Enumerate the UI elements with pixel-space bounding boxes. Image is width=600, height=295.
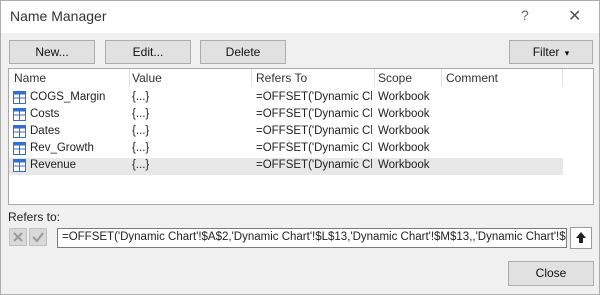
refers-to-cell: =OFFSET('Dynamic Ch... xyxy=(256,159,372,171)
column-divider[interactable] xyxy=(251,69,252,87)
dialog-title: Name Manager xyxy=(10,8,107,24)
refers-to-cell: =OFFSET('Dynamic Ch... xyxy=(256,108,372,120)
names-list[interactable]: Name Value Refers To Scope Comment COGS_… xyxy=(8,68,594,205)
table-row[interactable]: Rev_Growth {...} =OFFSET('Dynamic Ch... … xyxy=(9,141,563,158)
x-icon xyxy=(13,232,23,242)
name-cell: Costs xyxy=(30,108,60,120)
name-manager-dialog: Name Manager ? ✕ New... Edit... Delete F… xyxy=(0,0,600,295)
refers-to-cell: =OFFSET('Dynamic Ch... xyxy=(256,125,372,137)
value-cell: {...} xyxy=(132,125,150,137)
list-header: Name Value Refers To Scope Comment xyxy=(9,69,593,87)
filter-button[interactable]: Filter ▾ xyxy=(509,40,593,64)
column-header-name[interactable]: Name xyxy=(14,71,46,85)
refers-to-cell: =OFFSET('Dynamic Ch... xyxy=(256,91,372,103)
name-cell: Dates xyxy=(30,125,61,137)
scope-cell: Workbook xyxy=(378,108,430,120)
new-button-label: New... xyxy=(35,45,69,59)
table-grid-icon xyxy=(13,108,26,121)
table-row[interactable]: COGS_Margin {...} =OFFSET('Dynamic Ch...… xyxy=(9,90,563,107)
column-divider[interactable] xyxy=(441,69,442,87)
chevron-down-icon: ▾ xyxy=(564,48,570,58)
table-row[interactable]: Dates {...} =OFFSET('Dynamic Ch... Workb… xyxy=(9,124,563,141)
column-header-value[interactable]: Value xyxy=(132,71,162,85)
checkmark-icon xyxy=(32,232,44,243)
delete-button[interactable]: Delete xyxy=(200,40,286,64)
value-cell: {...} xyxy=(132,142,150,154)
table-grid-icon xyxy=(13,91,26,104)
value-cell: {...} xyxy=(132,91,150,103)
table-grid-icon xyxy=(13,125,26,138)
close-button[interactable]: Close xyxy=(508,261,594,286)
edit-button-label: Edit... xyxy=(132,45,164,59)
table-grid-icon xyxy=(13,159,26,172)
scope-cell: Workbook xyxy=(378,91,430,103)
edit-button[interactable]: Edit... xyxy=(105,40,191,64)
name-cell: Revenue xyxy=(30,159,77,171)
table-grid-icon xyxy=(13,142,26,155)
new-button[interactable]: New... xyxy=(9,40,95,64)
table-row[interactable]: Costs {...} =OFFSET('Dynamic Ch... Workb… xyxy=(9,107,563,124)
up-arrow-icon xyxy=(576,232,586,243)
value-cell: {...} xyxy=(132,108,150,120)
scope-cell: Workbook xyxy=(378,125,430,137)
close-icon[interactable]: ✕ xyxy=(568,6,581,26)
column-header-refers-to[interactable]: Refers To xyxy=(256,71,307,85)
delete-button-label: Delete xyxy=(225,45,261,59)
column-header-scope[interactable]: Scope xyxy=(378,71,412,85)
collapse-dialog-button[interactable] xyxy=(570,227,592,249)
close-button-label: Close xyxy=(535,266,567,280)
column-divider[interactable] xyxy=(374,69,375,87)
value-cell: {...} xyxy=(132,159,150,171)
refers-to-field[interactable]: =OFFSET('Dynamic Chart'!$A$2,'Dynamic Ch… xyxy=(57,228,567,248)
column-header-comment[interactable]: Comment xyxy=(446,71,498,85)
title-bar: Name Manager ? ✕ xyxy=(1,1,599,33)
scope-cell: Workbook xyxy=(378,159,430,171)
cancel-edit-button[interactable] xyxy=(9,228,27,246)
help-button[interactable]: ? xyxy=(521,7,529,23)
name-cell: Rev_Growth xyxy=(30,142,94,154)
column-divider[interactable] xyxy=(562,69,563,87)
name-cell: COGS_Margin xyxy=(30,91,106,103)
column-divider[interactable] xyxy=(129,69,130,87)
filter-button-label: Filter xyxy=(532,45,560,59)
refers-to-cell: =OFFSET('Dynamic Ch... xyxy=(256,142,372,154)
confirm-edit-button[interactable] xyxy=(29,228,47,246)
scope-cell: Workbook xyxy=(378,142,430,154)
refers-to-label: Refers to: xyxy=(8,210,61,224)
table-row-selected[interactable]: Revenue {...} =OFFSET('Dynamic Ch... Wor… xyxy=(9,158,563,175)
